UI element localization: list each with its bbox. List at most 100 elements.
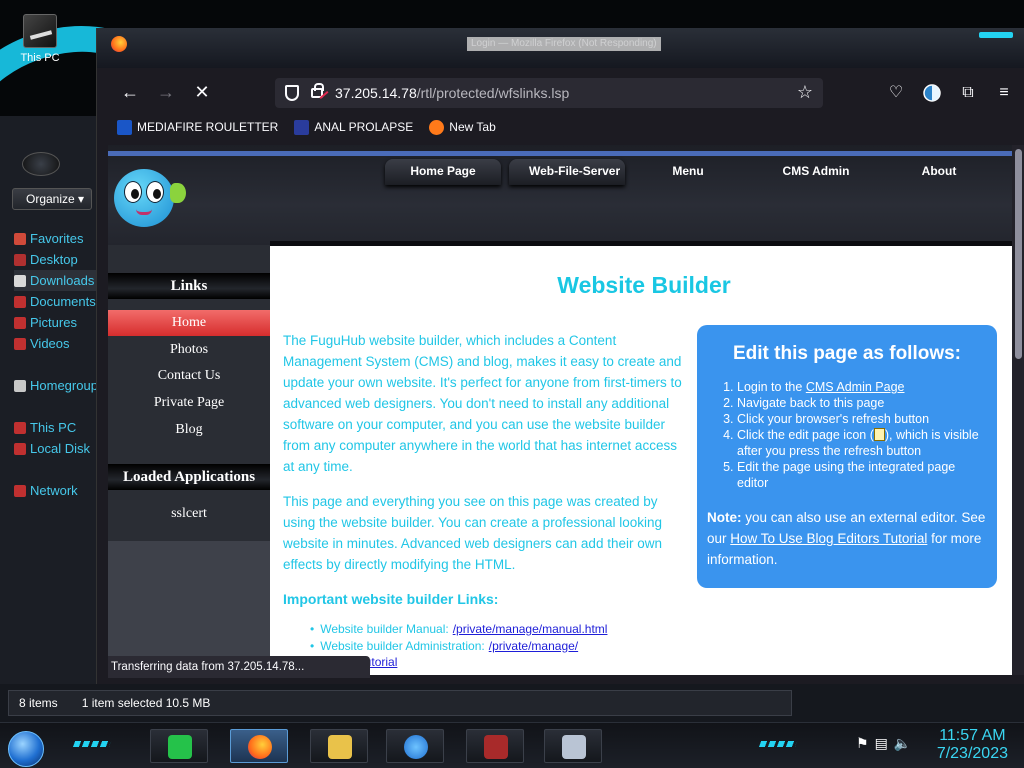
taskbar-decoration: [72, 741, 112, 747]
bookmarks-toolbar: MEDIAFIRE ROULETTER ANAL PROLAPSE New Tab: [117, 116, 496, 138]
folder-icon: [14, 232, 26, 245]
explorer-nav-item[interactable]: Desktop: [14, 249, 100, 270]
intro-paragraph: The FuguHub website builder, which inclu…: [283, 333, 682, 474]
loaded-app-sslcert[interactable]: sslcert: [108, 501, 270, 527]
stop-x-icon[interactable]: ✕: [191, 82, 213, 104]
volume-icon[interactable]: 🔈: [894, 735, 911, 752]
forward-arrow-icon[interactable]: →: [155, 82, 177, 104]
scrollbar-thumb[interactable]: [1015, 149, 1022, 359]
sidebar-link-private-page[interactable]: Private Page: [108, 390, 270, 416]
edit-page-icon: [873, 428, 885, 441]
folder-icon: [14, 484, 26, 497]
this-pc-desktop-icon[interactable]: This PC: [12, 14, 68, 64]
taskbar-game-app[interactable]: [466, 729, 524, 763]
tab-about[interactable]: About: [889, 159, 989, 185]
page-viewport: Home Page Web-File-Server Menu CMS Admin…: [108, 145, 1012, 675]
organize-button[interactable]: Organize ▾: [12, 188, 92, 210]
intro-paragraph: This page and everything you see on this…: [283, 494, 663, 572]
start-button-icon[interactable]: [8, 731, 44, 767]
bookmark-star-icon[interactable]: ☆: [797, 82, 813, 103]
explorer-nav-item[interactable]: Downloads: [14, 270, 100, 291]
computer-icon: [23, 14, 57, 48]
explorer-status-bar: 8 items 1 item selected 10.5 MB: [0, 684, 1024, 722]
nav-spacer: [14, 459, 100, 480]
left-sidebar: Links Home Photos Contact Us Private Pag…: [108, 245, 270, 675]
fuguhub-logo-icon[interactable]: [110, 161, 186, 233]
builder-links-heading: Important website builder Links:: [283, 591, 499, 607]
explorer-nav-item[interactable]: Local Disk: [14, 438, 100, 459]
explorer-nav-item[interactable]: Network: [14, 480, 100, 501]
folder-icon: [14, 337, 26, 350]
firefox-icon: [248, 735, 272, 759]
taskbar-firefox[interactable]: [230, 729, 288, 763]
internet-explorer-icon: [404, 735, 428, 759]
folder-icon: [14, 442, 26, 455]
list-item: Click your browser's refresh button: [737, 411, 987, 427]
explorer-nav-item[interactable]: Videos: [14, 333, 100, 354]
notes-app-icon: [168, 735, 192, 759]
explorer-back-orb-icon[interactable]: [22, 152, 60, 176]
folder-icon: [328, 735, 352, 759]
clock-time: 11:57 AM: [939, 727, 1006, 744]
list-item: Click the edit page icon (), which is vi…: [737, 427, 987, 459]
account-circle-icon[interactable]: [921, 82, 943, 104]
taskbar-internet-explorer[interactable]: [386, 729, 444, 763]
edit-note: Note: you can also use an external edito…: [707, 510, 986, 567]
browser-status-text: Transferring data from 37.205.14.78...: [108, 656, 370, 678]
manual-link[interactable]: /private/manage/manual.html: [453, 622, 608, 636]
links-heading: Links: [108, 273, 270, 299]
intro-text: The FuguHub website builder, which inclu…: [283, 330, 687, 589]
explorer-nav-item[interactable]: Documents: [14, 291, 100, 312]
top-navigation: Home Page Web-File-Server Menu CMS Admin…: [385, 159, 989, 185]
game-app-icon: [484, 735, 508, 759]
list-item: Edit the page using the integrated page …: [737, 459, 987, 491]
taskbar-monitor-app[interactable]: [544, 729, 602, 763]
tab-cms-admin[interactable]: CMS Admin: [751, 159, 881, 185]
site-header: Home Page Web-File-Server Menu CMS Admin…: [108, 145, 1012, 245]
back-arrow-icon[interactable]: ←: [119, 82, 141, 104]
firefox-icon: [111, 36, 127, 52]
folder-icon: [14, 253, 26, 266]
administration-link[interactable]: /private/manage/: [489, 639, 578, 653]
folder-icon: [14, 421, 26, 434]
flag-icon[interactable]: ⚑: [856, 735, 869, 752]
explorer-nav-item[interactable]: Favorites: [14, 228, 100, 249]
selection-info: 1 item selected 10.5 MB: [81, 696, 211, 710]
network-icon[interactable]: ▤: [875, 735, 888, 752]
url-text[interactable]: 37.205.14.78/rtl/protected/wfslinks.lsp: [335, 85, 569, 101]
taskbar-file-explorer[interactable]: [310, 729, 368, 763]
hamburger-menu-icon[interactable]: ≡: [993, 82, 1015, 104]
taskbar-notes-app[interactable]: [150, 729, 208, 763]
clock[interactable]: 11:57 AM 7/23/2023: [937, 727, 1008, 763]
clock-date: 7/23/2023: [936, 745, 1008, 762]
tab-web-file-server[interactable]: Web-File-Server: [509, 159, 625, 185]
page-scrollbar[interactable]: [1012, 145, 1024, 675]
tab-home-page[interactable]: Home Page: [385, 159, 501, 185]
sidebar-link-photos[interactable]: Photos: [108, 337, 270, 363]
sidebar-link-contact-us[interactable]: Contact Us: [108, 363, 270, 389]
file-explorer-window: Organize ▾ Favorites Desktop Downloads Docu…: [0, 116, 100, 684]
explorer-nav-item[interactable]: Pictures: [14, 312, 100, 333]
url-bar[interactable]: 37.205.14.78/rtl/protected/wfslinks.lsp …: [275, 78, 823, 108]
sidebar-link-blog[interactable]: Blog: [108, 417, 270, 443]
title-bar[interactable]: Login — Mozilla Firefox (Not Responding): [97, 28, 1024, 68]
tracking-shield-icon[interactable]: [285, 85, 299, 101]
main-content: Website Builder The FuguHub website buil…: [270, 246, 1012, 675]
nav-spacer: [14, 354, 100, 375]
sidebar-link-home[interactable]: Home: [108, 310, 270, 336]
cms-admin-page-link[interactable]: CMS Admin Page: [806, 380, 905, 394]
item-count: 8 items: [19, 696, 58, 710]
folder-icon: [14, 295, 26, 308]
blog-editors-tutorial-link[interactable]: How To Use Blog Editors Tutorial: [730, 531, 927, 546]
tab-menu[interactable]: Menu: [633, 159, 743, 185]
extensions-puzzle-icon[interactable]: ⧉: [957, 82, 979, 104]
explorer-nav-item[interactable]: Homegroup: [14, 375, 100, 396]
bookmark-item[interactable]: New Tab: [429, 119, 496, 135]
pocket-icon[interactable]: ♡: [885, 82, 907, 104]
bookmark-chevron-icon: [294, 119, 310, 135]
bookmark-item[interactable]: MEDIAFIRE ROULETTER: [117, 119, 278, 135]
explorer-nav-item[interactable]: This PC: [14, 417, 100, 438]
insecure-lock-icon[interactable]: [311, 83, 324, 98]
bookmark-item[interactable]: ANAL PROLAPSE: [294, 119, 413, 135]
loaded-apps-heading: Loaded Applications: [108, 464, 270, 490]
